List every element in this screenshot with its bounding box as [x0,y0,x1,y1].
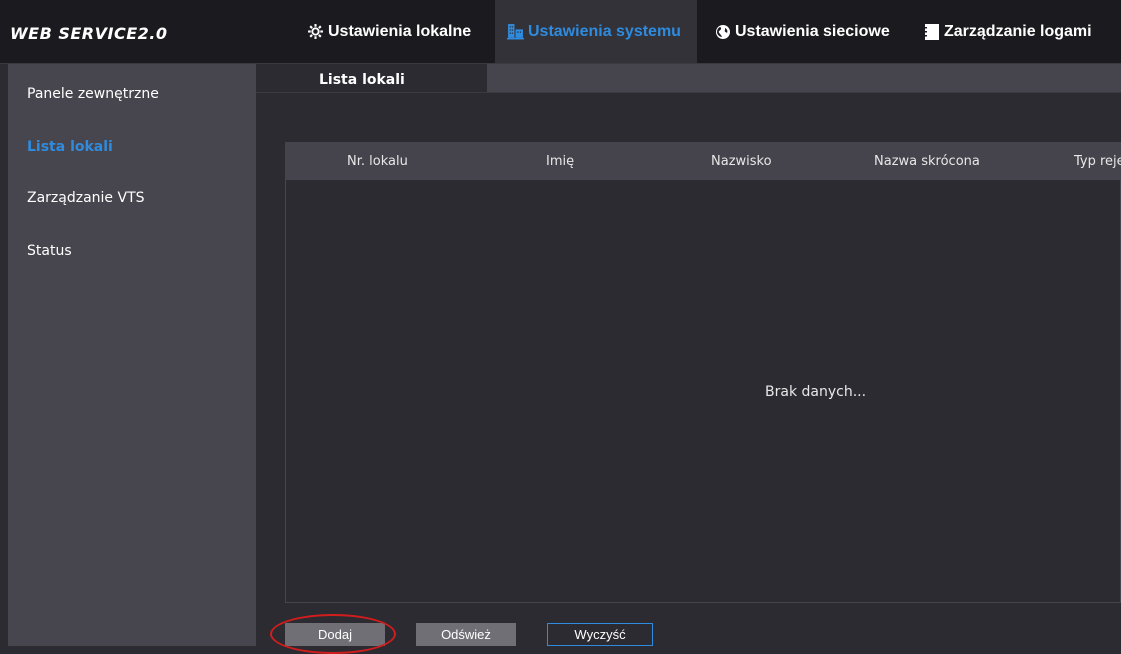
tab-apartment-list[interactable]: Lista lokali [256,64,487,93]
column-header-first-name[interactable]: Imię [546,142,574,180]
nav-system-settings[interactable]: Ustawienia systemu [495,0,697,63]
gear-icon [307,23,324,40]
nav-log-management[interactable]: Zarządzanie logami [912,0,1104,63]
app-logo: WEB SERVICE2.0 [10,24,168,43]
building-icon [507,23,524,40]
sidebar-item-status[interactable]: Status [27,243,72,259]
column-header-short-name[interactable]: Nazwa skrócona [874,142,980,180]
nav-label: Zarządzanie logami [944,22,1092,40]
apartment-table [285,142,1121,603]
log-icon [924,23,940,41]
nav-label: Ustawienia systemu [528,22,681,40]
column-header-last-name[interactable]: Nazwisko [711,142,772,180]
column-header-apartment-number[interactable]: Nr. lokalu [347,142,408,180]
nav-label: Ustawienia lokalne [328,22,472,40]
column-header-registration-type[interactable]: Typ rejes [1074,142,1121,180]
sidebar-item-apartment-list[interactable]: Lista lokali [27,139,113,155]
top-bar: WEB SERVICE2.0 Ustawienia lokalne Ustawi… [0,0,1121,64]
clear-button[interactable]: Wyczyść [547,623,653,646]
table-header: Nr. lokalu Imię Nazwisko Nazwa skrócona … [285,142,1121,180]
refresh-button[interactable]: Odśwież [416,623,516,646]
empty-table-message: Brak danych... [765,384,867,400]
sidebar-item-external-panels[interactable]: Panele zewnętrzne [27,86,159,102]
nav-local-settings[interactable]: Ustawienia lokalne [295,0,483,63]
tab-divider [256,92,1121,93]
globe-icon [715,24,731,40]
add-button[interactable]: Dodaj [285,623,385,646]
sidebar-item-vts-management[interactable]: Zarządzanie VTS [27,190,145,206]
nav-network-settings[interactable]: Ustawienia sieciowe [703,0,902,63]
nav-label: Ustawienia sieciowe [735,22,890,40]
